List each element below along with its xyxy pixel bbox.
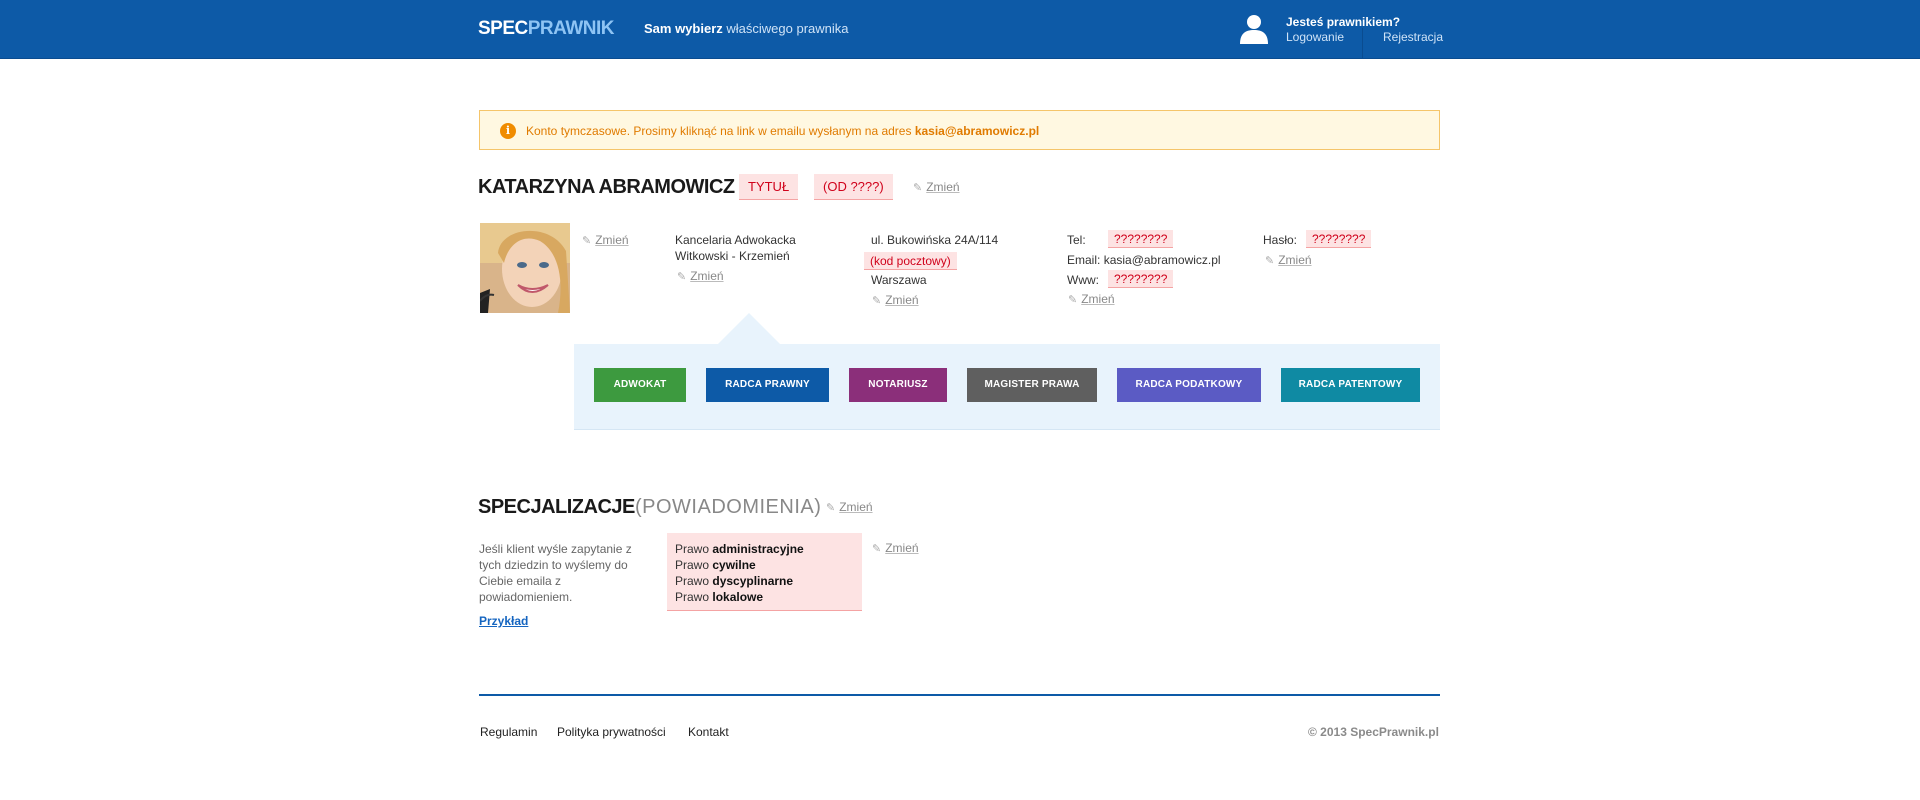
tel-label: Tel: (1067, 233, 1086, 247)
password-label: Hasło: (1263, 233, 1298, 247)
pencil-icon: ✎ (872, 543, 882, 555)
password-value: ???????? (1306, 230, 1372, 248)
pencil-icon: ✎ (582, 235, 592, 247)
edit-label: Zmień (1081, 292, 1115, 306)
notice-message: Konto tymczasowe. Prosimy kliknąć na lin… (526, 124, 915, 138)
edit-avatar-button[interactable]: ✎ Zmień (582, 233, 629, 247)
since-tag[interactable]: (OD ????) (814, 174, 893, 200)
edit-label: Zmień (926, 180, 960, 194)
password-field[interactable]: ???????? (1306, 230, 1372, 248)
pencil-icon: ✎ (826, 502, 836, 514)
roles-panel: ADWOKAT RADCA PRAWNY NOTARIUSZ MAGISTER … (574, 344, 1440, 430)
login-link[interactable]: Logowanie (1286, 30, 1344, 44)
email-value: kasia@abramowicz.pl (1103, 253, 1221, 267)
email-label: Email: (1067, 253, 1101, 267)
edit-firm-button[interactable]: ✎ Zmień (677, 269, 724, 283)
logo-spec: SPEC (478, 18, 528, 39)
role-button-radca-patentowy[interactable]: RADCA PATENTOWY (1281, 368, 1420, 402)
header-divider (1362, 28, 1363, 58)
info-icon: i (500, 123, 516, 139)
title-tag[interactable]: TYTUŁ (739, 174, 799, 200)
spec-prefix: Prawo (675, 574, 713, 588)
edit-label: Zmień (885, 541, 919, 555)
edit-label: Zmień (690, 269, 724, 283)
copyright: © 2013 SpecPrawnik.pl (1308, 725, 1439, 739)
www-value: ???????? (1108, 270, 1174, 288)
user-icon (1240, 15, 1268, 44)
example-link[interactable]: Przykład (479, 614, 528, 628)
email-row: Email: kasia@abramowicz.pl (1067, 252, 1221, 268)
pencil-icon: ✎ (1265, 255, 1275, 267)
role-button-notariusz[interactable]: NOTARIUSZ (849, 368, 947, 402)
role-button-radca-prawny[interactable]: RADCA PRAWNY (706, 368, 829, 402)
footer-link-privacy[interactable]: Polityka prywatności (557, 725, 666, 739)
avatar (480, 223, 570, 313)
postal-code-field[interactable]: (kod pocztowy) (864, 252, 957, 270)
lawyer-question: Jesteś prawnikiem? (1286, 15, 1401, 29)
tagline-bold: Sam wybierz (644, 21, 723, 36)
register-link[interactable]: Rejestracja (1383, 30, 1443, 44)
edit-spec-list-button[interactable]: ✎ Zmień (872, 541, 919, 555)
www-label: Www: (1067, 273, 1099, 287)
spec-name: cywilne (712, 558, 756, 572)
spec-prefix: Prawo (675, 590, 713, 604)
specializations-title: SPECJALIZACJE (478, 496, 635, 518)
list-item: Prawo administracyjne (675, 541, 862, 557)
logo-prawnik: PRAWNIK (527, 18, 615, 39)
edit-label: Zmień (595, 233, 629, 247)
spec-prefix: Prawo (675, 558, 713, 572)
pencil-icon: ✎ (872, 295, 882, 307)
edit-label: Zmień (1278, 253, 1312, 267)
edit-label: Zmień (839, 500, 873, 514)
pencil-icon: ✎ (1068, 294, 1078, 306)
edit-contact-button[interactable]: ✎ Zmień (1068, 292, 1115, 306)
edit-label: Zmień (885, 293, 919, 307)
firm-line-1: Kancelaria Adwokacka (675, 233, 796, 247)
spec-name: administracyjne (712, 542, 804, 556)
edit-password-button[interactable]: ✎ Zmień (1265, 253, 1312, 267)
role-button-magister-prawa[interactable]: MAGISTER PRAWA (967, 368, 1097, 402)
spec-prefix: Prawo (675, 542, 713, 556)
tel-value: ???????? (1108, 230, 1174, 248)
list-item: Prawo cywilne (675, 557, 862, 573)
temporary-account-notice: i Konto tymczasowe. Prosimy kliknąć na l… (479, 110, 1440, 150)
tagline-rest: właściwego prawnika (722, 21, 849, 36)
edit-specializations-button[interactable]: ✎ Zmień (826, 500, 873, 514)
tagline: Sam wybierz właściwego prawnika (644, 21, 849, 36)
edit-name-button[interactable]: ✎ Zmień (913, 180, 960, 194)
postal-code-value: (kod pocztowy) (864, 252, 957, 270)
street-address: ul. Bukowińska 24A/114 (871, 233, 999, 247)
notice-email: kasia@abramowicz.pl (914, 124, 1040, 138)
panel-pointer (717, 313, 781, 345)
top-header: SPECPRAWNIK Sam wybierz właściwego prawn… (0, 0, 1920, 59)
profile-name: KATARZYNA ABRAMOWICZ (478, 176, 735, 198)
role-button-radca-podatkowy[interactable]: RADCA PODATKOWY (1117, 368, 1261, 402)
tel-field[interactable]: ???????? (1108, 230, 1174, 248)
footer-divider (479, 694, 1440, 696)
firm-line-2: Witkowski - Krzemień (675, 249, 790, 263)
notice-text: Konto tymczasowe. Prosimy kliknąć na lin… (526, 124, 1039, 138)
pencil-icon: ✎ (913, 182, 923, 194)
specializations-list[interactable]: Prawo administracyjne Prawo cywilne Praw… (667, 533, 862, 611)
role-button-adwokat[interactable]: ADWOKAT (594, 368, 686, 402)
www-field[interactable]: ???????? (1108, 270, 1174, 288)
pencil-icon: ✎ (677, 271, 687, 283)
site-logo[interactable]: SPECPRAWNIK (478, 18, 614, 40)
specializations-description: Jeśli klient wyśle zapytanie z tych dzie… (479, 542, 632, 604)
list-item: Prawo dyscyplinarne (675, 573, 862, 589)
list-item: Prawo lokalowe (675, 589, 862, 605)
notifications-subtitle: (POWIADOMIENIA) (635, 496, 822, 518)
spec-name: dyscyplinarne (712, 574, 794, 588)
footer-link-regulamin[interactable]: Regulamin (480, 725, 537, 739)
city: Warszawa (871, 273, 927, 287)
spec-name: lokalowe (712, 590, 764, 604)
edit-address-button[interactable]: ✎ Zmień (872, 293, 919, 307)
footer-link-contact[interactable]: Kontakt (688, 725, 729, 739)
